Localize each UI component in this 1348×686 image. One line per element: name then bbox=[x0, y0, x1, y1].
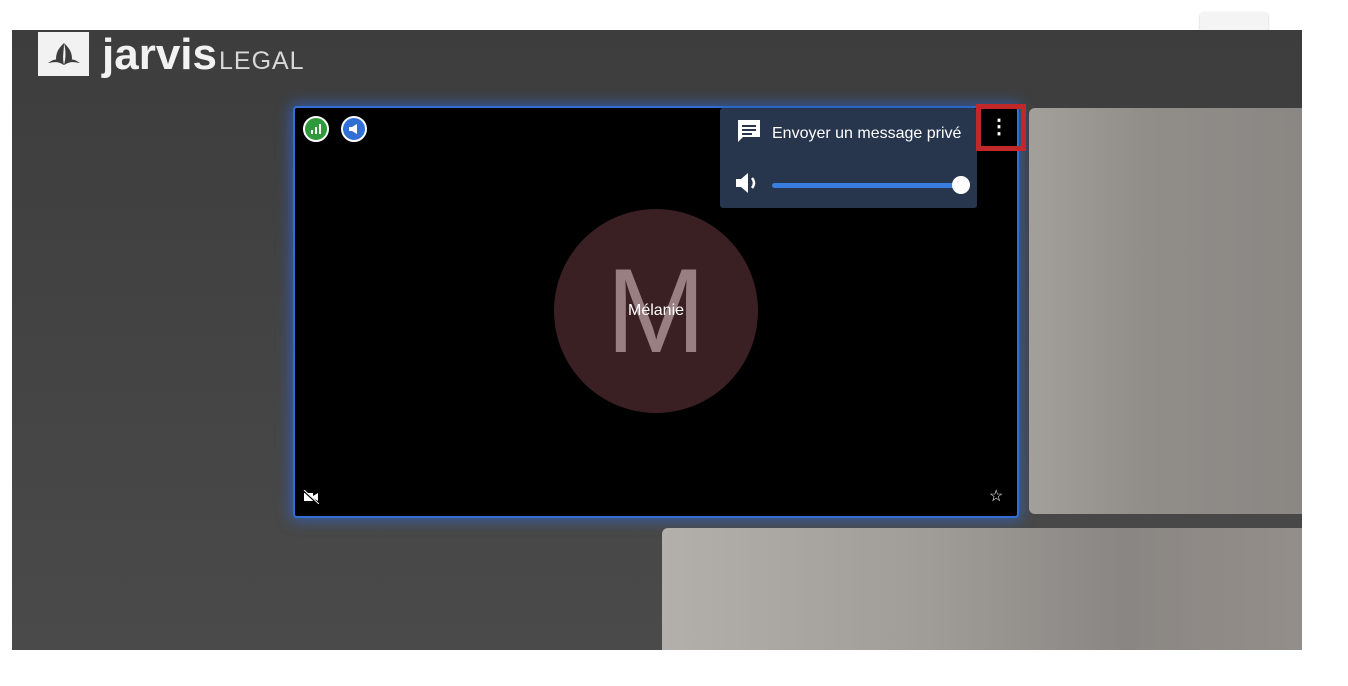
volume-slider-track[interactable] bbox=[772, 183, 960, 188]
participant-tile-right[interactable] bbox=[1029, 108, 1302, 514]
volume-control[interactable] bbox=[734, 170, 970, 200]
speaker-icon[interactable] bbox=[341, 116, 367, 142]
participant-name: Mélanie bbox=[627, 302, 685, 319]
app-logo: jarvis LEGAL bbox=[38, 30, 305, 80]
private-message-label: Envoyer un message privé bbox=[772, 124, 962, 142]
participant-tile-bottom[interactable] bbox=[662, 528, 1302, 650]
participant-context-menu: Envoyer un message privé bbox=[720, 108, 977, 208]
signal-quality-icon[interactable] bbox=[303, 116, 329, 142]
video-off-icon bbox=[302, 489, 320, 509]
more-vertical-icon[interactable]: ⋮ bbox=[984, 110, 1014, 142]
conference-stage: jarvis LEGAL M Mélanie ☆ Envoyer un mess… bbox=[12, 30, 1302, 650]
top-right-chip[interactable] bbox=[1200, 12, 1268, 32]
private-message-item[interactable]: Envoyer un message privé bbox=[736, 118, 961, 149]
star-icon[interactable]: ☆ bbox=[989, 486, 1003, 506]
volume-slider-thumb[interactable] bbox=[952, 176, 970, 194]
volume-icon bbox=[734, 171, 762, 200]
brand-wordmark: jarvis LEGAL bbox=[102, 33, 305, 77]
lotus-icon bbox=[38, 32, 89, 76]
brand-subtitle: LEGAL bbox=[218, 47, 305, 75]
brand-name: jarvis bbox=[102, 30, 217, 79]
avatar: M Mélanie bbox=[554, 209, 758, 413]
chat-icon bbox=[736, 118, 762, 149]
